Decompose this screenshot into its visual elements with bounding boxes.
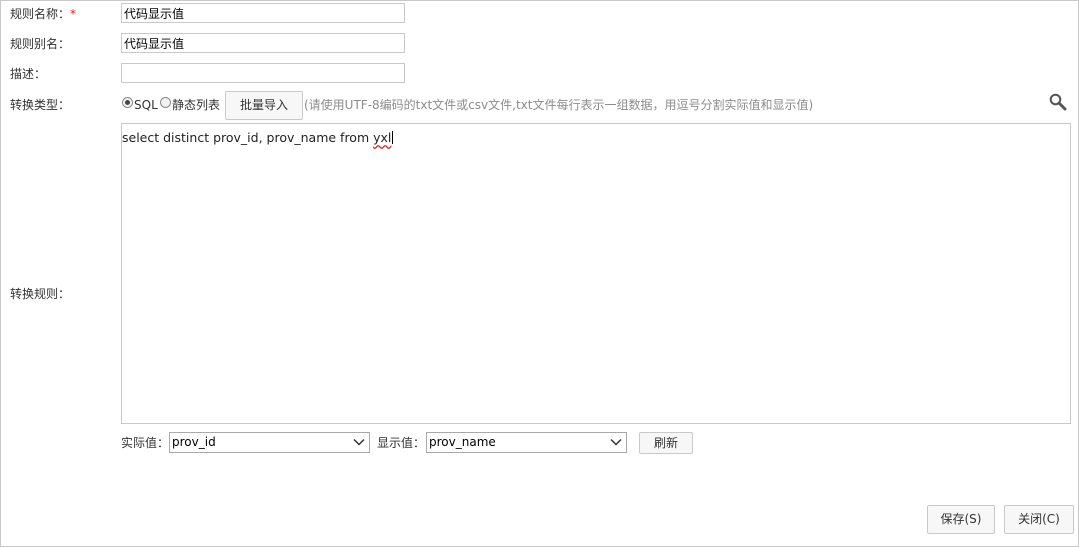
actual-value-select[interactable]: prov_id [169,432,370,453]
sql-radio-label[interactable]: SQL [134,97,158,113]
sql-text-main: select distinct prov_id, prov_name from [122,130,374,145]
display-value-label: 显示值： [377,436,426,450]
actual-value-label: 实际值： [121,436,170,450]
rule-alias-input[interactable] [121,33,405,53]
import-hint: (请使用UTF-8编码的txt文件或csv文件,txt文件每行表示一组数据，用逗… [304,98,814,112]
search-icon[interactable] [1048,92,1068,112]
rule-alias-label: 规则别名： [10,37,71,51]
actual-value-selected: prov_id [172,435,216,449]
static-list-radio[interactable] [160,97,171,108]
required-marker: * [70,7,77,21]
rule-name-label-text: 规则名称： [10,7,71,21]
display-value-selected: prov_name [429,435,496,449]
rule-dialog: 规则名称：* 规则别名： 描述： 转换类型： SQL 静态列表 批量导入 (请使… [0,0,1079,547]
chevron-down-icon [610,438,622,446]
conversion-rule-label: 转换规则： [10,287,71,301]
rule-name-label: 规则名称：* [10,6,76,22]
sql-editor[interactable]: select distinct prov_id, prov_name from … [121,123,1071,424]
text-caret [392,131,394,144]
static-list-radio-label[interactable]: 静态列表 [172,97,220,113]
chevron-down-icon [353,438,365,446]
close-button[interactable]: 关闭(C) [1004,505,1074,534]
conversion-type-label: 转换类型： [10,98,71,112]
display-value-select[interactable]: prov_name [426,432,627,453]
sql-text-tail: yxl [373,130,392,145]
description-input[interactable] [121,63,405,83]
batch-import-button[interactable]: 批量导入 [225,91,303,120]
refresh-button[interactable]: 刷新 [639,432,693,454]
save-button[interactable]: 保存(S) [927,505,995,534]
description-label: 描述： [10,67,47,81]
rule-name-input[interactable] [121,3,405,23]
sql-text: select distinct prov_id, prov_name from … [122,130,394,146]
sql-radio[interactable] [122,97,133,108]
